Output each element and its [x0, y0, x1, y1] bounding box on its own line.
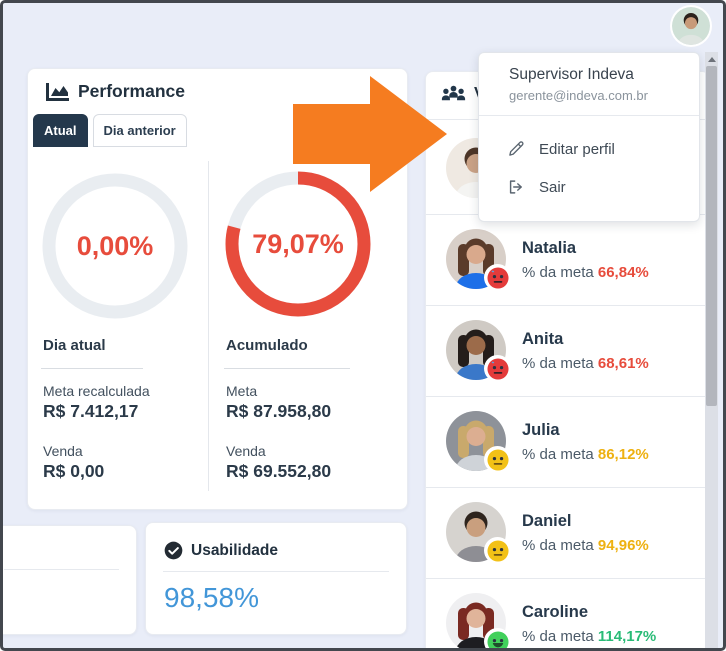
performance-card-header: Performance [46, 81, 185, 102]
performance-tabs: Atual Dia anterior [33, 114, 187, 147]
seller-row[interactable]: Daniel % da meta 94,96% [426, 488, 709, 579]
menu-item-sair[interactable]: Sair [479, 171, 699, 203]
scrollbar-up-arrow-icon[interactable] [708, 57, 716, 62]
metric-meta-recalculada: Meta recalculada R$ 7.412,17 [43, 383, 150, 422]
mood-sad-emoji-icon [484, 264, 511, 291]
menu-item-editar-perfil[interactable]: Editar perfil [479, 133, 699, 165]
seller-meta: % da meta 66,84% [522, 264, 649, 281]
logout-icon [507, 178, 525, 196]
usability-title: Usabilidade [191, 542, 278, 560]
gauge-caption-acumulado: Acumulado [224, 337, 350, 369]
vertical-scrollbar[interactable] [705, 52, 718, 648]
metric-venda-dia: Venda R$ 0,00 [43, 443, 150, 482]
seller-meta: % da meta 94,96% [522, 537, 649, 554]
seller-meta: % da meta 86,12% [522, 446, 649, 463]
seller-avatar [446, 229, 506, 289]
usability-card: Usabilidade 98,58% [145, 522, 407, 635]
menu-item-label: Editar perfil [539, 141, 615, 158]
partial-card [0, 525, 137, 635]
metrics-acumulado: Meta R$ 87.958,80 Venda R$ 69.552,80 [226, 383, 331, 503]
seller-name: Julia [522, 420, 649, 440]
seller-name: Caroline [522, 602, 656, 622]
seller-avatar [446, 411, 506, 471]
tab-dia-anterior[interactable]: Dia anterior [93, 114, 187, 147]
profile-email: gerente@indeva.com.br [509, 88, 648, 103]
tab-atual[interactable]: Atual [33, 114, 88, 147]
pencil-icon [507, 140, 525, 158]
meta-percent: 86,12% [598, 446, 649, 463]
mood-sad-emoji-icon [484, 355, 511, 382]
menu-item-label: Sair [539, 179, 566, 196]
meta-label: % da meta [522, 264, 598, 281]
metric-venda-acumulado: Venda R$ 69.552,80 [226, 443, 331, 482]
seller-row[interactable]: Caroline % da meta 114,17% [426, 579, 709, 651]
avatar [672, 7, 710, 45]
meta-percent: 114,17% [598, 628, 656, 645]
divider [479, 115, 699, 116]
scrollbar-thumb[interactable] [706, 66, 717, 406]
seller-meta: % da meta 68,61% [522, 355, 649, 372]
divider [4, 569, 119, 570]
gauge-percent: 0,00% [41, 172, 189, 320]
seller-row[interactable]: Anita % da meta 68,61% [426, 306, 709, 397]
profile-name: Supervisor Indeva [509, 66, 634, 84]
column-divider [208, 161, 209, 491]
user-avatar[interactable] [672, 7, 710, 45]
performance-title: Performance [78, 81, 185, 102]
metrics-dia-atual: Meta recalculada R$ 7.412,17 Venda R$ 0,… [43, 383, 150, 503]
metric-meta: Meta R$ 87.958,80 [226, 383, 331, 422]
seller-name: Daniel [522, 511, 649, 531]
profile-dropdown: Supervisor Indeva gerente@indeva.com.br … [478, 52, 700, 222]
gauge-percent: 79,07% [224, 170, 372, 318]
meta-label: % da meta [522, 537, 598, 554]
people-icon [441, 85, 466, 103]
seller-avatar [446, 502, 506, 562]
meta-percent: 94,96% [598, 537, 649, 554]
usability-card-header: Usabilidade [164, 541, 278, 560]
seller-avatar [446, 320, 506, 380]
usability-value: 98,58% [164, 582, 259, 614]
gauge-dia-atual: 0,00% [41, 172, 189, 320]
meta-percent: 66,84% [598, 264, 649, 281]
seller-name: Natalia [522, 238, 649, 258]
meta-label: % da meta [522, 628, 598, 645]
seller-meta: % da meta 114,17% [522, 628, 656, 645]
seller-avatar [446, 593, 506, 651]
gauge-acumulado: 79,07% [224, 170, 372, 318]
seller-name: Anita [522, 329, 649, 349]
mood-happy-emoji-icon [484, 628, 511, 651]
seller-row[interactable]: Natalia % da meta 66,84% [426, 215, 709, 306]
meta-label: % da meta [522, 355, 598, 372]
mood-neutral-emoji-icon [484, 446, 511, 473]
divider [163, 571, 389, 572]
area-chart-icon [46, 82, 70, 102]
check-circle-icon [164, 541, 183, 560]
seller-row[interactable]: Julia % da meta 86,12% [426, 397, 709, 488]
performance-card: Performance Atual Dia anterior 0,00% 79,… [27, 68, 408, 510]
meta-label: % da meta [522, 446, 598, 463]
gauge-caption-dia-atual: Dia atual [41, 337, 143, 369]
mood-neutral-emoji-icon [484, 537, 511, 564]
app-window: Performance Atual Dia anterior 0,00% 79,… [0, 0, 726, 651]
meta-percent: 68,61% [598, 355, 649, 372]
